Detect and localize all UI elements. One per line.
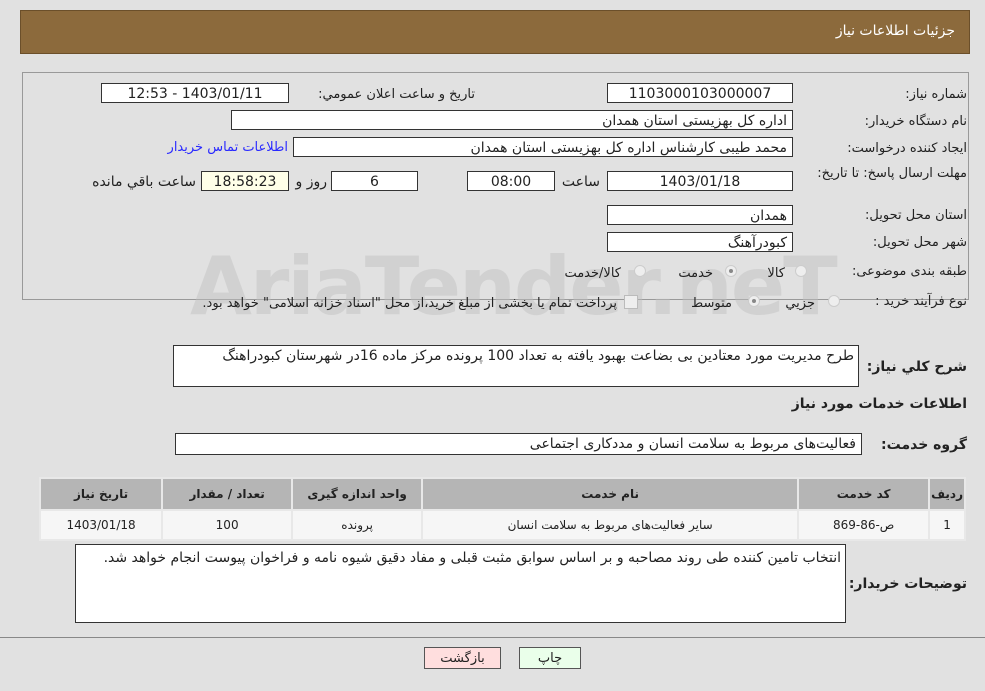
summary-textarea[interactable]: طرح مدیریت مورد معتادین بی بضاعت بهبود ی… [173,345,859,387]
cell-need-date: 1403/01/18 [38,509,164,541]
cell-row-number: 1 [928,509,966,541]
payment-note: پرداخت تمام یا بخشی از مبلغ خرید،از محل … [202,296,617,311]
process-radio-medium[interactable] [748,295,760,307]
creator-label: ایجاد کننده درخواست: [847,141,967,156]
print-button[interactable]: چاپ [519,647,581,669]
remaining-label: ساعت باقي مانده [92,174,196,190]
deadline-time-label: ساعت [561,174,600,190]
category-radio-goods[interactable] [795,265,807,277]
back-button[interactable]: بازگشت [424,647,501,669]
col-header-row-number: ردیف [928,477,966,511]
remaining-time-field: 18:58:23 [201,171,289,191]
days-field: 6 [331,171,418,191]
announce-label: تاریخ و ساعت اعلان عمومي: [318,87,475,102]
need-number-field: 1103000103000007 [607,83,793,103]
services-table: ردیف کد خدمت نام خدمت واحد اندازه گیری ت… [38,477,966,541]
col-header-service-code: کد خدمت [797,477,931,511]
watermark-logo: AriaTender.neT [190,240,838,333]
category-radio-goods-service[interactable] [634,265,646,277]
payment-checkbox[interactable] [624,295,638,309]
creator-field: محمد طیبی کارشناس اداره کل بهزیستی استان… [293,137,793,157]
need-number-label: شماره نیاز: [905,87,967,102]
table-header-row: ردیف کد خدمت نام خدمت واحد اندازه گیری ت… [38,477,966,511]
page-header: جزئیات اطلاعات نیاز [20,10,970,54]
category-option-service: خدمت [678,266,713,281]
summary-label: شرح کلي نیاز: [866,359,967,375]
deadline-date-field: 1403/01/18 [607,171,793,191]
announce-field: 1403/01/11 - 12:53 [101,83,289,103]
deadline-time-field: 08:00 [467,171,555,191]
process-option-minor: جزيي [785,296,815,311]
province-label: استان محل تحویل: [865,208,967,223]
city-label: شهر محل تحویل: [872,235,967,250]
buyer-contact-link[interactable]: اطلاعات تماس خریدار [168,140,288,155]
deadline-label: مهلت ارسال پاسخ: تا تاریخ: [817,166,967,181]
province-field: همدان [607,205,793,225]
cell-quantity: 100 [161,509,294,541]
buyer-org-label: نام دستگاه خریدار: [864,114,967,129]
col-header-unit: واحد اندازه گیری [291,477,424,511]
notes-label: توضیحات خریدار: [848,576,967,592]
service-group-field: فعالیت‌های مربوط به سلامت انسان و مددکار… [175,433,862,455]
category-radio-service[interactable] [725,265,737,277]
days-label: روز و [295,174,328,190]
process-label: نوع فرآیند خرید : [875,294,967,309]
col-header-quantity: تعداد / مقدار [161,477,294,511]
col-header-need-date: تاریخ نیاز [38,477,164,511]
col-header-service-name: نام خدمت [421,477,800,511]
category-label: طبقه بندی موضوعی: [851,264,967,279]
divider [0,637,985,638]
notes-textarea[interactable]: انتخاب تامین کننده طی روند مصاحبه و بر ا… [75,544,846,623]
buyer-org-field: اداره کل بهزیستی استان همدان [231,110,793,130]
service-group-label: گروه خدمت: [881,437,967,453]
category-option-goods-service: کالا/خدمت [564,266,621,281]
page-title: جزئیات اطلاعات نیاز [835,23,955,39]
city-field: کبودرآهنگ [607,232,793,252]
cell-unit: پرونده [291,509,424,541]
cell-service-name: سایر فعالیت‌های مربوط به سلامت انسان [421,509,800,541]
process-radio-minor[interactable] [828,295,840,307]
services-section-title: اطلاعات خدمات مورد نیاز [791,396,967,412]
cell-service-code: ص-86-869 [797,509,931,541]
category-option-goods: کالا [767,266,785,281]
process-option-medium: متوسط [691,296,732,311]
table-row: 1 ص-86-869 سایر فعالیت‌های مربوط به سلام… [38,509,966,541]
